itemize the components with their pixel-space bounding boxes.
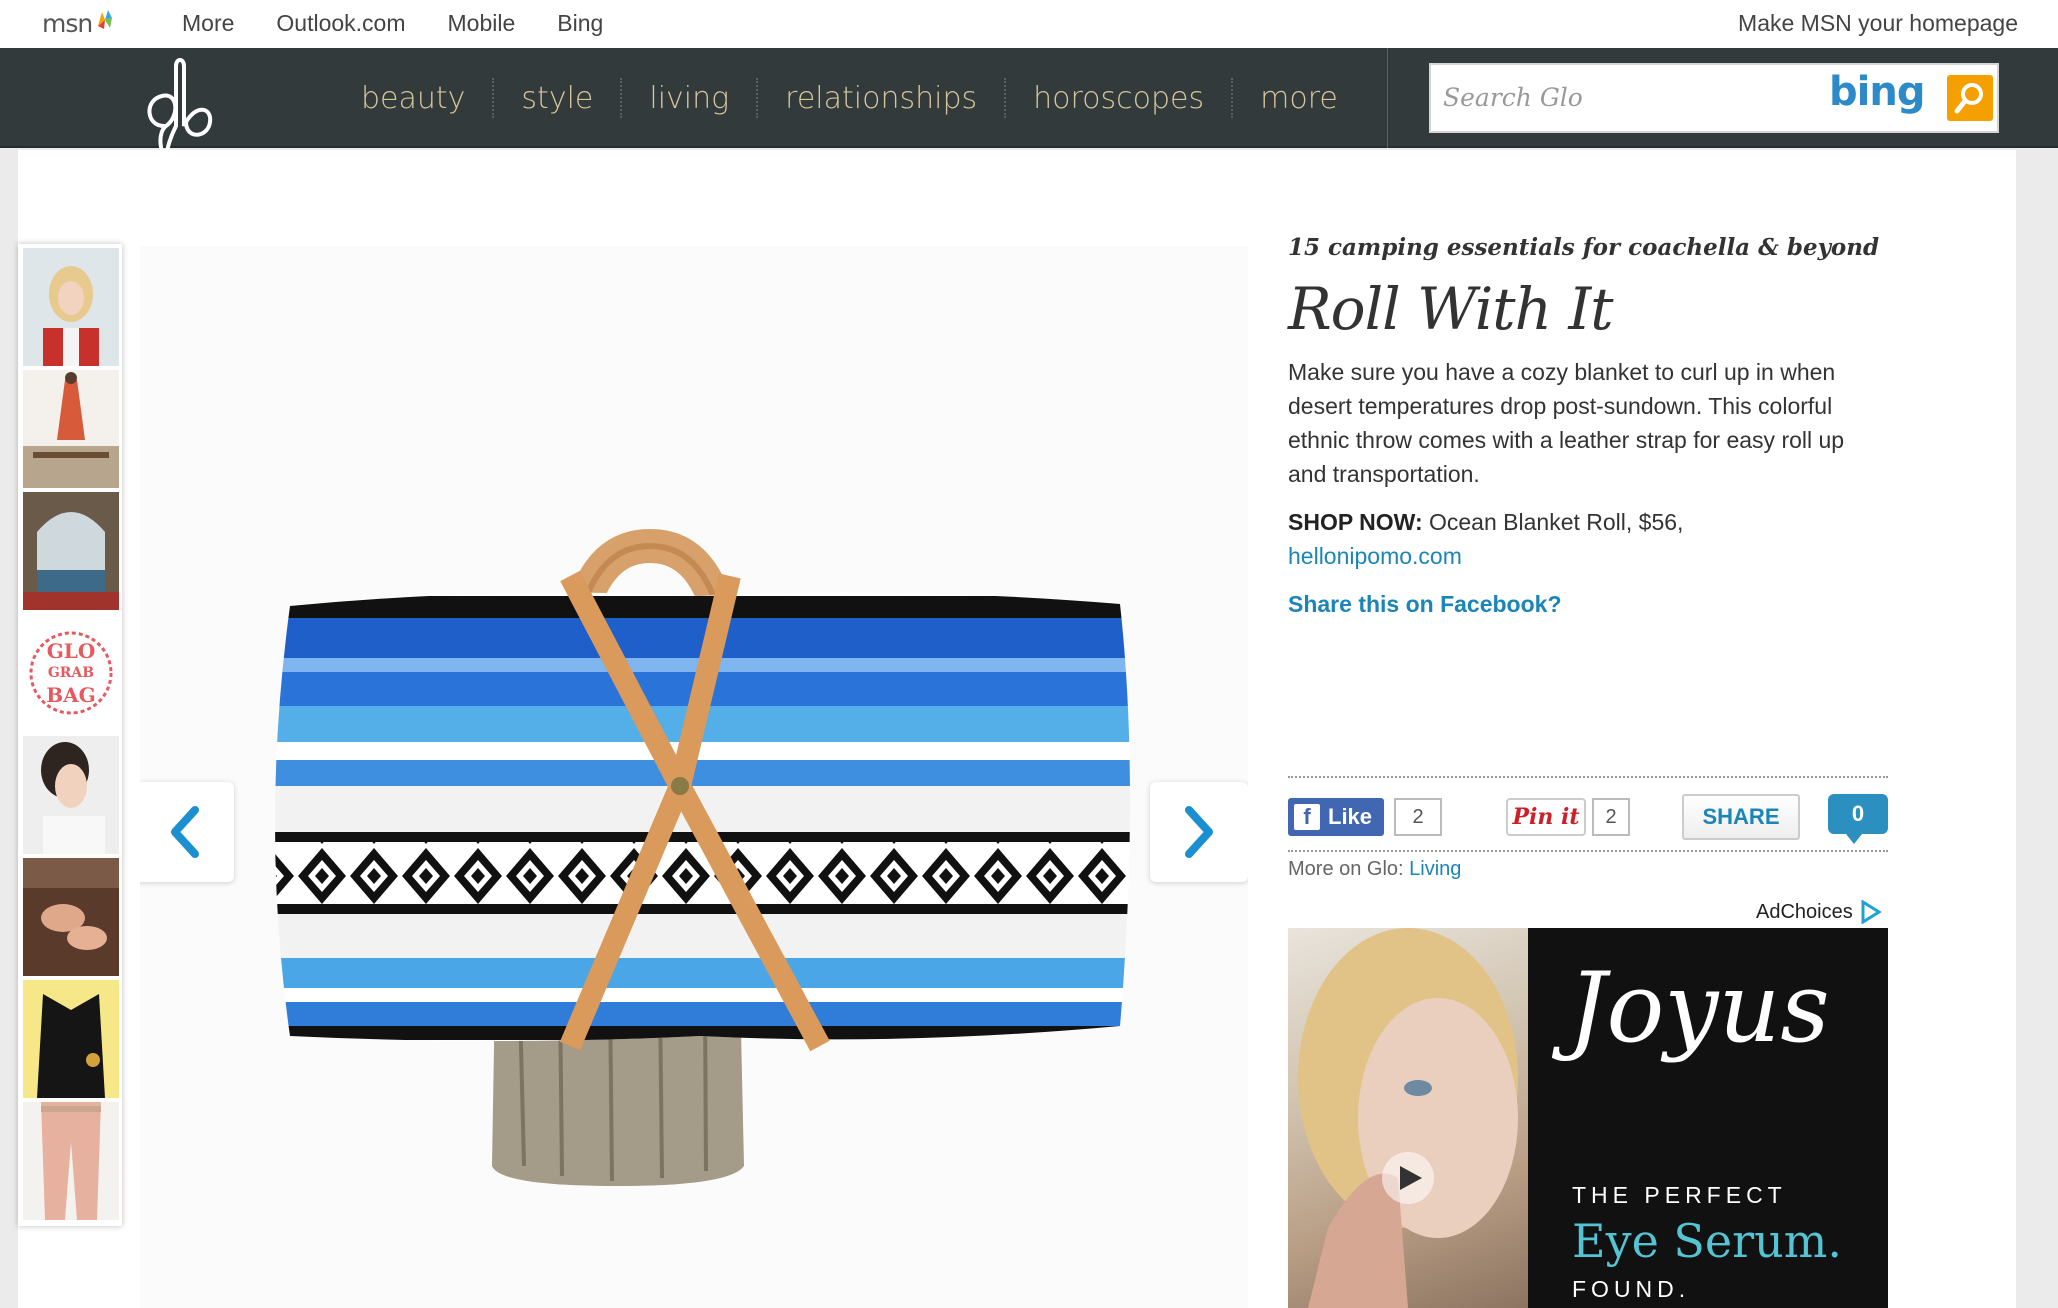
msn-link-mobile[interactable]: Mobile <box>448 10 516 37</box>
search-button[interactable] <box>1947 75 1993 121</box>
article-description: Make sure you have a cozy blanket to cur… <box>1288 359 1845 487</box>
thumbnail-1[interactable] <box>23 248 119 366</box>
make-homepage-link[interactable]: Make MSN your homepage <box>1738 10 2018 37</box>
social-bar: f Like 2 Pin it 2 SHARE 0 <box>1288 776 1888 852</box>
chevron-right-icon <box>1185 806 1213 858</box>
msn-butterfly-icon <box>98 10 113 29</box>
nav-style[interactable]: style <box>494 81 620 116</box>
nav-living[interactable]: living <box>622 81 756 116</box>
grab-bag-word-1: GLO <box>46 639 96 663</box>
msn-link-bing[interactable]: Bing <box>557 10 603 37</box>
ad-line-2: Eye Serum. <box>1572 1214 1843 1268</box>
like-label: Like <box>1328 804 1373 829</box>
thumbnail-image <box>23 736 119 854</box>
msn-top-bar: msn More Outlook.com Mobile Bing Make MS… <box>0 0 2058 48</box>
chevron-left-icon <box>171 806 199 858</box>
search-input[interactable]: Search Glo <box>1443 83 1583 112</box>
msn-logo-text: msn <box>42 8 93 38</box>
thumbnail-8[interactable] <box>23 1102 119 1220</box>
bing-logo: bing <box>1829 69 1925 115</box>
thumbnail-image <box>23 858 119 976</box>
grab-bag-label: GLO GRAB BAG <box>23 640 119 712</box>
blanket-roll-illustration <box>140 246 1248 1308</box>
ad-brand: Joyus <box>1568 952 1830 1064</box>
thumbnail-image <box>23 492 119 610</box>
like-count: 2 <box>1394 798 1442 836</box>
glo-header: beauty style living relationships horosc… <box>0 48 2058 181</box>
more-on-label: More on Glo: <box>1288 858 1404 880</box>
msn-link-outlook[interactable]: Outlook.com <box>276 10 405 37</box>
thumbnail-image <box>23 1102 119 1220</box>
thumbnail-2[interactable] <box>23 370 119 488</box>
msn-links: More Outlook.com Mobile Bing <box>182 10 603 37</box>
thumbnail-3[interactable] <box>23 492 119 610</box>
thumbnail-strip <box>18 244 122 1226</box>
thumbnail-6[interactable] <box>23 858 119 976</box>
search-box[interactable]: Search Glo bing <box>1429 63 1999 133</box>
shop-now-text: Ocean Blanket Roll, $56, <box>1422 509 1684 535</box>
adchoices-label: AdChoices <box>1756 900 1853 923</box>
more-on-link[interactable]: Living <box>1409 858 1461 880</box>
share-button[interactable]: SHARE <box>1682 794 1800 840</box>
search-icon <box>1954 83 1983 114</box>
thumbnail-image <box>23 980 119 1098</box>
product-image <box>140 246 1248 1308</box>
facebook-like-button[interactable]: f Like <box>1288 798 1384 836</box>
shop-now-label: SHOP NOW: <box>1288 509 1423 535</box>
ad-woman-image <box>1298 928 1518 1308</box>
header-divider <box>1387 48 1388 148</box>
more-on-glo: More on Glo: Living <box>1288 858 1461 881</box>
previous-slide-button[interactable] <box>140 782 234 882</box>
shop-link[interactable]: hellonipomo.com <box>1288 543 1462 569</box>
grab-bag-word-2: GRAB <box>47 665 95 681</box>
thumbnail-7[interactable] <box>23 980 119 1098</box>
article-title: Roll With It <box>1288 275 1614 343</box>
article-text: 15 camping essentials for coachella & be… <box>1288 234 1888 618</box>
main-nav: beauty style living relationships horosc… <box>334 78 1365 118</box>
ad-line-1: THE PERFECT <box>1572 1182 1787 1208</box>
nav-more[interactable]: more <box>1233 81 1365 116</box>
grab-bag-word-3: BAG <box>46 683 96 707</box>
shop-now-line: SHOP NOW: Ocean Blanket Roll, $56, hello… <box>1288 505 1888 573</box>
pin-count: 2 <box>1592 798 1630 836</box>
adchoices-link[interactable]: AdChoices <box>1756 900 1883 924</box>
article-kicker[interactable]: 15 camping essentials for coachella & be… <box>1288 234 1888 261</box>
nav-horoscopes[interactable]: horoscopes <box>1006 81 1231 116</box>
share-on-facebook-link[interactable]: Share this on Facebook? <box>1288 591 1888 618</box>
ad-line-3: FOUND. <box>1572 1276 1691 1302</box>
msn-logo[interactable]: msn <box>42 8 116 38</box>
comment-count-badge[interactable]: 0 <box>1828 794 1888 844</box>
nav-relationships[interactable]: relationships <box>758 81 1004 116</box>
advertisement[interactable]: Joyus THE PERFECT Eye Serum. FOUND. <box>1288 928 1888 1308</box>
next-slide-button[interactable] <box>1150 782 1248 882</box>
pin-it-button[interactable]: Pin it <box>1506 798 1586 836</box>
ad-photo <box>1288 928 1528 1308</box>
thumbnail-image <box>23 370 119 488</box>
thumbnail-5[interactable] <box>23 736 119 854</box>
facebook-icon: f <box>1294 804 1320 830</box>
msn-link-more[interactable]: More <box>182 10 234 37</box>
thumbnail-image <box>23 248 119 366</box>
nav-beauty[interactable]: beauty <box>334 81 492 116</box>
adchoices-icon <box>1861 900 1882 924</box>
